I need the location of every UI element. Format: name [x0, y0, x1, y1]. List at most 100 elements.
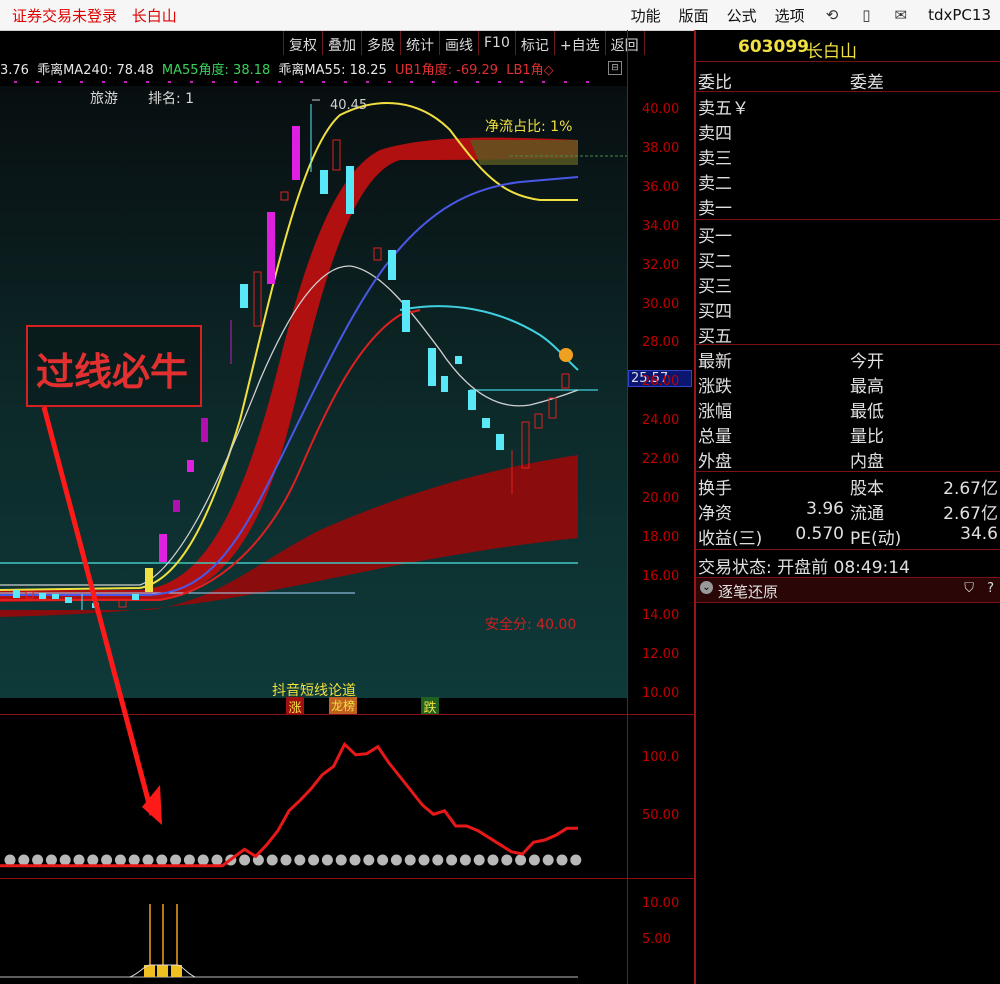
volume-tick-label: 5.00 — [642, 932, 671, 947]
menu-layout[interactable]: 版面 — [670, 5, 718, 26]
indicator-line — [0, 741, 578, 868]
quote-row: 涨幅 最低 — [696, 395, 1000, 422]
signal-dot — [404, 854, 416, 866]
fundamental-row: 净资 3.96 流通 2.67亿 — [696, 497, 1000, 524]
signal-dot — [377, 854, 389, 866]
rise-tag: 涨 — [286, 697, 304, 716]
fundamental-row: 收益(三) 0.570 PE(动) 34.6 — [696, 522, 1000, 549]
signal-bar — [157, 965, 168, 977]
quote-label: 总量 — [698, 427, 732, 447]
signal-dot — [183, 854, 195, 866]
signal-dot — [73, 854, 85, 866]
help-icon[interactable]: ? — [987, 581, 994, 596]
signal-dot — [4, 854, 16, 866]
quote-label: 最高 — [850, 377, 884, 397]
sell-level-row: 卖三 — [696, 142, 1000, 169]
quote-row: 总量 量比 — [696, 420, 1000, 447]
menu-options[interactable]: 选项 — [766, 5, 814, 26]
signal-dot — [528, 854, 540, 866]
rank-label: 排名: 1 — [148, 91, 195, 107]
signal-dot — [446, 854, 458, 866]
sell-level-label: 卖五￥ — [698, 99, 749, 119]
signal-dot — [266, 854, 278, 866]
buy-level-label: 买一 — [698, 227, 732, 247]
signal-dot — [390, 854, 402, 866]
sell-level-row: 卖二 — [696, 167, 1000, 194]
quote-label: 涨幅 — [698, 402, 732, 422]
buy-level-label: 买二 — [698, 252, 732, 272]
menu-function[interactable]: 功能 — [622, 5, 670, 26]
signal-dot — [501, 854, 513, 866]
tick-header[interactable]: ⌄ 逐笔还原 ⛉ ? — [696, 577, 1000, 603]
refresh-icon[interactable]: ⟲ — [814, 6, 851, 24]
fundamental-value: 0.570 — [795, 524, 844, 544]
price-tick-label: 10.00 — [642, 685, 680, 701]
filter-icon[interactable]: ⛉ — [964, 581, 974, 596]
signal-dot — [101, 854, 113, 866]
stock-code: 603099 — [738, 37, 809, 57]
signal-dot — [487, 854, 499, 866]
signal-dot — [59, 854, 71, 866]
sell-level-label: 卖二 — [698, 174, 732, 194]
signal-dot — [349, 854, 361, 866]
fundamental-value: 2.67亿 — [943, 479, 998, 499]
signal-dot — [515, 854, 527, 866]
sell-level-row: 卖四 — [696, 117, 1000, 144]
price-tick-label: 30.00 — [642, 296, 680, 312]
price-tick-label: 16.00 — [642, 568, 680, 584]
price-tick-label: 32.00 — [642, 257, 680, 273]
signal-dot — [142, 854, 154, 866]
price-tick-label: 14.00 — [642, 607, 680, 623]
fundamental-label: PE(动) — [850, 529, 902, 549]
price-tick-label: 12.00 — [642, 646, 680, 662]
fundamental-value: 34.6 — [960, 524, 998, 544]
signal-dot — [170, 854, 182, 866]
peak-price-label: 40.45 — [330, 98, 368, 113]
signal-dot — [32, 854, 44, 866]
signal-dot — [211, 854, 223, 866]
buy-level-label: 买三 — [698, 277, 732, 297]
tick-title: 逐笔还原 — [718, 583, 779, 601]
fundamental-label: 流通 — [850, 504, 884, 524]
price-tick-label: 18.00 — [642, 529, 680, 545]
fall-tag: 跌 — [421, 697, 439, 716]
weicha-label: 委差 — [850, 73, 884, 93]
quote-row: 最新 今开 — [696, 345, 1000, 372]
separator — [696, 549, 1000, 550]
signal-dot — [128, 854, 140, 866]
signal-dot — [197, 854, 209, 866]
dragon-list-tag: 龙榜 — [329, 697, 357, 714]
safe-score-label: 安全分: 40.00 — [485, 617, 577, 633]
chart-axis-divider — [627, 30, 628, 984]
signal-dot — [239, 854, 251, 866]
weibi-row: 委比 委差 — [696, 66, 1000, 93]
title-menus: 功能 版面 公式 选项 ⟲ ▯ ✉ tdxPC13 — [622, 0, 1000, 30]
mail-icon[interactable]: ✉ — [883, 6, 920, 24]
buy-level-label: 买四 — [698, 302, 732, 322]
sell-level-label: 卖三 — [698, 149, 732, 169]
menu-formula[interactable]: 公式 — [718, 5, 766, 26]
sell-level-label: 卖一 — [698, 199, 732, 219]
buy-level-row: 买一 — [696, 220, 1000, 247]
price-tick-label: 34.00 — [642, 218, 680, 234]
signal-dot — [294, 854, 306, 866]
indicator-chart — [0, 741, 582, 868]
fundamental-label: 收益(三) — [698, 529, 763, 549]
weibi-label: 委比 — [698, 73, 732, 93]
phone-icon[interactable]: ▯ — [850, 6, 882, 24]
indicator-tick-label: 100.0 — [642, 750, 680, 765]
signal-dot — [308, 854, 320, 866]
buy-level-label: 买五 — [698, 327, 732, 347]
trade-status: 交易状态: 开盘前 08:49:14 — [698, 558, 910, 578]
collapse-icon[interactable]: ⌄ — [700, 581, 713, 594]
quote-label: 外盘 — [698, 452, 732, 472]
quote-label: 涨跌 — [698, 377, 732, 397]
indicator-tick-label: 50.00 — [642, 808, 680, 823]
quote-label: 最新 — [698, 352, 732, 372]
signal-dot — [114, 854, 126, 866]
sell-level-row: 卖五￥ — [696, 92, 1000, 119]
quote-row: 涨跌 最高 — [696, 370, 1000, 397]
signal-dot — [473, 854, 485, 866]
annotation-box: 过线必牛 — [26, 325, 202, 407]
signal-dot — [363, 854, 375, 866]
